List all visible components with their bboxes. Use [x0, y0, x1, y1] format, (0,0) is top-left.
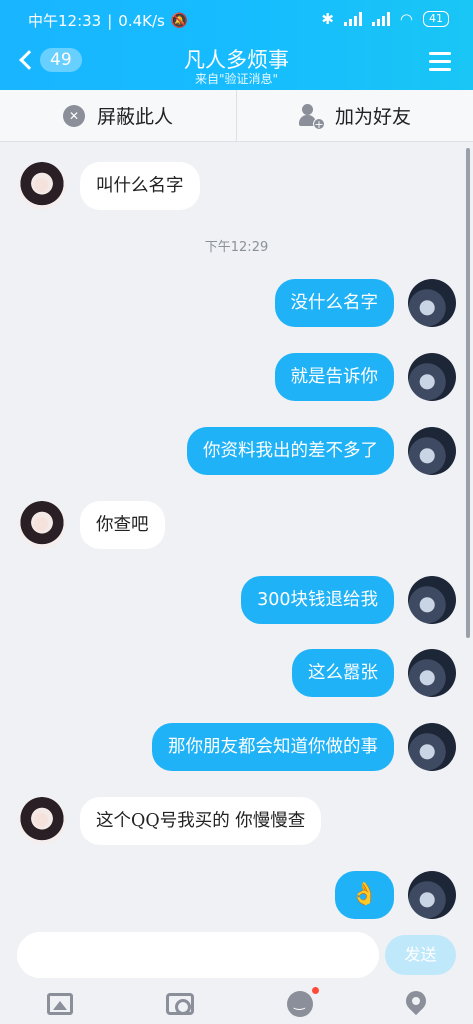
- block-icon: ✕: [62, 104, 85, 127]
- block-label: 屏蔽此人: [96, 106, 173, 128]
- add-friend-button[interactable]: + 加为好友: [237, 90, 473, 141]
- incoming-message: 你查吧: [80, 501, 165, 549]
- incoming-message: 叫什么名字: [80, 162, 200, 210]
- my-avatar[interactable]: [408, 279, 456, 327]
- status-bar: 中午12:33 | 0.4K/s 🔕 ✱ ◠ 41: [0, 0, 473, 38]
- bluetooth-icon: ✱: [321, 10, 334, 28]
- my-avatar[interactable]: [408, 427, 456, 475]
- chat-scrollbar[interactable]: [466, 148, 470, 638]
- status-time: 中午12:33: [28, 12, 102, 30]
- status-separator: |: [107, 11, 113, 30]
- outgoing-message: 那你朋友都会知道你做的事: [152, 723, 394, 771]
- emoji-icon[interactable]: [287, 987, 320, 1017]
- signal-icon: [343, 12, 362, 26]
- my-avatar[interactable]: [408, 353, 456, 401]
- send-button[interactable]: 发送: [385, 935, 456, 975]
- network-speed: 0.4K/s: [118, 11, 165, 30]
- contact-avatar[interactable]: [18, 797, 66, 845]
- block-user-button[interactable]: ✕ 屏蔽此人: [0, 90, 236, 141]
- outgoing-emoji-message: 👌: [334, 871, 394, 919]
- outgoing-message: 这么嚣张: [292, 649, 394, 697]
- stranger-action-bar: ✕ 屏蔽此人 + 加为好友: [0, 90, 473, 142]
- input-row: 发送: [0, 932, 473, 982]
- chat-subtitle: 来自"验证消息": [194, 72, 279, 86]
- my-avatar[interactable]: [408, 871, 456, 919]
- signal-2-icon: [371, 12, 390, 26]
- message-input[interactable]: [17, 932, 379, 978]
- notification-dot: [312, 987, 320, 994]
- input-toolbar: [0, 984, 473, 1024]
- location-icon[interactable]: [402, 986, 431, 1016]
- my-avatar[interactable]: [408, 723, 456, 771]
- battery-icon: 41: [423, 11, 449, 27]
- chat-header: 中午12:33 | 0.4K/s 🔕 ✱ ◠ 41 49 凡人多烦事 来自"验证…: [0, 0, 473, 90]
- outgoing-message: 没什么名字: [274, 279, 394, 327]
- wifi-icon: ◠: [399, 10, 413, 28]
- my-avatar[interactable]: [408, 649, 456, 697]
- menu-icon: [429, 52, 451, 55]
- add-friend-label: 加为好友: [334, 106, 411, 128]
- my-avatar[interactable]: [408, 576, 456, 624]
- outgoing-message: 就是告诉你: [274, 353, 394, 401]
- mute-icon: 🔕: [170, 12, 189, 29]
- outgoing-message: 300块钱退给我: [241, 576, 394, 624]
- message-timestamp: 下午12:29: [204, 240, 269, 255]
- incoming-message: 这个QQ号我买的 你慢慢查: [80, 797, 322, 845]
- add-friend-icon: +: [298, 103, 325, 130]
- menu-button[interactable]: [429, 52, 451, 72]
- image-icon[interactable]: [46, 993, 73, 1015]
- contact-avatar[interactable]: [18, 162, 66, 210]
- outgoing-message: 你资料我出的差不多了: [187, 427, 394, 475]
- contact-avatar[interactable]: [18, 501, 66, 549]
- camera-icon[interactable]: [165, 993, 194, 1015]
